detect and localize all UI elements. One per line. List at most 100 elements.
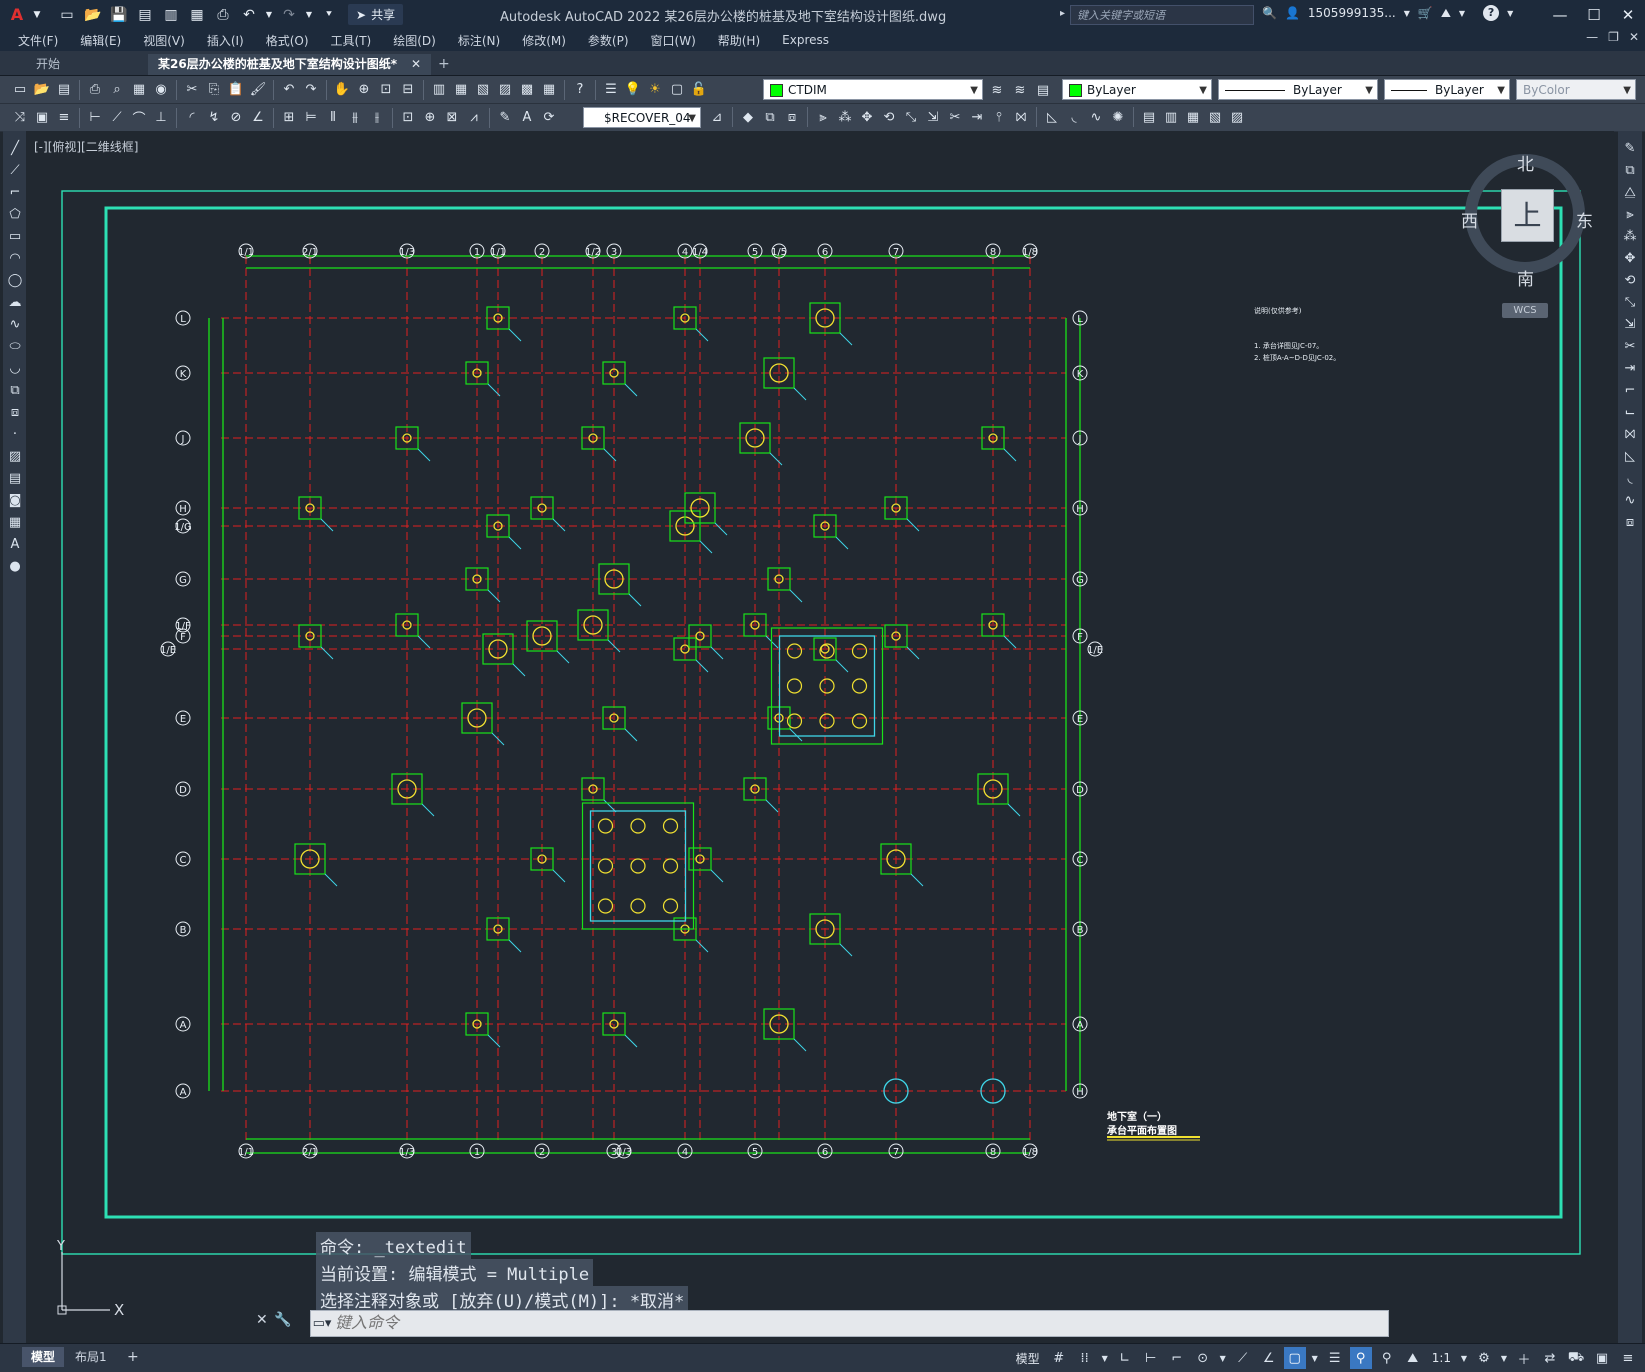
move-icon[interactable]: ✥ — [857, 107, 877, 127]
color-dropdown[interactable]: ByLayer ▼ — [1062, 79, 1212, 100]
command-customize-icon[interactable]: 🔧 — [274, 1312, 291, 1328]
blend-icon[interactable]: ∿ — [1086, 107, 1106, 127]
workspace-gear-icon[interactable]: ⚙ — [1473, 1347, 1495, 1369]
match-properties-icon[interactable]: 🖌 — [248, 80, 268, 100]
zoom-realtime-icon[interactable]: ⊕ — [354, 80, 374, 100]
jogged-linear-icon[interactable]: ⩘ — [464, 108, 484, 128]
dim-style-icon[interactable]: ⊿ — [707, 107, 727, 127]
menu-item-0[interactable]: 文件(F) — [0, 32, 69, 49]
pan-icon[interactable]: ✋ — [332, 80, 352, 100]
move-icon[interactable]: ✥ — [1620, 248, 1640, 268]
scale-icon[interactable]: ⤡ — [901, 107, 921, 127]
isolate-objects-icon[interactable]: ▣ — [1591, 1347, 1613, 1369]
wcs-menu[interactable]: WCS — [1502, 303, 1548, 318]
drawing-canvas[interactable]: 1/1 2/1 1/3 1 1/1 2 1/2 3 4 1/4 5 1/5 6 7 8 1/8 1/1 2/1 1/… — [26, 131, 1614, 1343]
baseline-dim-icon[interactable]: ⊨ — [301, 108, 321, 128]
extend-icon[interactable]: ⇥ — [1620, 358, 1640, 378]
fillet-icon[interactable]: ◟ — [1064, 107, 1084, 127]
chamfer-icon[interactable]: ◺ — [1042, 107, 1062, 127]
save-as-icon[interactable]: ▤ — [134, 4, 156, 26]
join-icon[interactable]: ⨝ — [1011, 107, 1031, 127]
share-button[interactable]: ➤ 共享 — [348, 4, 404, 25]
erase-icon[interactable]: ◆ — [738, 107, 758, 127]
match-icon[interactable]: ⤨ — [10, 108, 30, 128]
layer-lock-icon[interactable]: 🔓 — [689, 80, 709, 100]
open-file-icon[interactable]: 📂 — [82, 4, 104, 26]
copy-icon[interactable]: ⎘ — [204, 80, 224, 100]
user-icon[interactable]: 👤 — [1285, 6, 1300, 20]
ellipse-icon[interactable]: ⬭ — [5, 336, 25, 356]
command-close-icon[interactable]: ✕ — [256, 1312, 268, 1328]
gradient-icon[interactable]: ▤ — [5, 468, 25, 488]
polar-tracking-icon[interactable]: ⊙ — [1192, 1347, 1214, 1369]
doc-minimize-icon[interactable]: — — [1586, 30, 1598, 44]
redo-dropdown-icon[interactable]: ▼ — [304, 4, 314, 26]
dim-space-icon[interactable]: ⫵ — [345, 108, 365, 128]
break-icon[interactable]: ⌙ — [1620, 402, 1640, 422]
viewcube-north[interactable]: 北 — [1517, 150, 1534, 175]
continue-dim-icon[interactable]: ⫴ — [323, 108, 343, 128]
tab-close-icon[interactable]: ✕ — [411, 57, 421, 71]
quick-dim-icon[interactable]: ⊞ — [279, 108, 299, 128]
menu-item-7[interactable]: 标注(N) — [447, 32, 511, 49]
tool-palettes-icon[interactable]: ▧ — [473, 80, 493, 100]
object-snap-icon[interactable]: ▢ — [1283, 1347, 1306, 1369]
rectangle-icon[interactable]: ▭ — [5, 226, 25, 246]
annotation-scale-icon[interactable]: ⛰ — [1402, 1347, 1424, 1369]
command-prompt-icon[interactable]: ▭▾ — [311, 1316, 333, 1331]
plotstyle-dropdown[interactable]: ByColor ▼ — [1516, 79, 1636, 100]
zoom-window-icon[interactable]: ⊡ — [376, 80, 396, 100]
grid-icon[interactable]: # — [1048, 1347, 1070, 1369]
radius-dim-icon[interactable]: ◜ — [182, 108, 202, 128]
user-name[interactable]: 1505999135... — [1308, 6, 1396, 20]
drawing-svg[interactable]: 1/1 2/1 1/3 1 1/1 2 1/2 3 4 1/4 5 1/5 6 7 8 1/8 1/1 2/1 1/… — [26, 131, 1614, 1343]
help-dropdown-icon[interactable]: ▼ — [1507, 9, 1513, 18]
table-icon[interactable]: ▦ — [5, 512, 25, 532]
osnap-dropdown-icon[interactable]: ▼ — [1310, 1347, 1320, 1369]
maximize-icon[interactable]: ☐ — [1577, 6, 1611, 24]
copy-object-icon[interactable]: ⧉ — [760, 107, 780, 127]
layer-properties-icon[interactable]: ☰ — [601, 80, 621, 100]
annotation-visibility-icon[interactable]: ⚲ — [1349, 1347, 1372, 1369]
array-icon[interactable]: ⁂ — [1620, 226, 1640, 246]
save-web-icon[interactable]: ▦ — [186, 4, 208, 26]
open-web-icon[interactable]: ▥ — [160, 4, 182, 26]
sheet-set-icon[interactable]: ▨ — [495, 80, 515, 100]
dim-edit-icon[interactable]: ✎ — [495, 108, 515, 128]
plot-preview-icon[interactable]: ⌕ — [107, 80, 127, 100]
rotate-icon[interactable]: ⟲ — [879, 107, 899, 127]
paste-icon[interactable]: 📋 — [226, 80, 246, 100]
zoom-previous-icon[interactable]: ⊟ — [398, 80, 418, 100]
user-dropdown-icon[interactable]: ▼ — [1404, 9, 1410, 18]
layout-tab-model[interactable]: 模型 — [22, 1347, 65, 1367]
fillet-icon[interactable]: ◟ — [1620, 468, 1640, 488]
new-file-icon[interactable]: ▭ — [56, 4, 78, 26]
polygon-icon[interactable]: ⬠ — [5, 204, 25, 224]
add-layout-button[interactable]: + — [118, 1347, 148, 1367]
dynamic-input-icon[interactable]: ⊢ — [1140, 1347, 1162, 1369]
ellipse-arc-icon[interactable]: ◡ — [5, 358, 25, 378]
insert-block-icon[interactable]: ⧉ — [5, 380, 25, 400]
viewcube-west[interactable]: 西 — [1461, 207, 1478, 232]
search-expand-icon[interactable]: ▸ — [1060, 8, 1065, 19]
copy-icon[interactable]: ⧉ — [1620, 160, 1640, 180]
tab-start[interactable]: 开始 — [26, 54, 70, 75]
join-icon[interactable]: ⨝ — [1620, 424, 1640, 444]
properties-icon[interactable]: ▥ — [429, 80, 449, 100]
break-point-icon[interactable]: ⌐ — [1620, 380, 1640, 400]
snap-icon[interactable]: ⁞⁞ — [1074, 1347, 1096, 1369]
units-icon[interactable]: ⇄ — [1539, 1347, 1561, 1369]
save-icon[interactable]: 💾 — [108, 4, 130, 26]
blend-curves-icon[interactable]: ∿ — [1620, 490, 1640, 510]
infer-constraints-icon[interactable]: ∟ — [1114, 1347, 1136, 1369]
cut-icon[interactable]: ✂ — [182, 80, 202, 100]
lineweight-dropdown[interactable]: ByLayer ▼ — [1384, 79, 1510, 100]
undo-icon[interactable]: ↶ — [279, 80, 299, 100]
menu-item-4[interactable]: 格式(O) — [255, 32, 320, 49]
mirror-icon[interactable]: ⧋ — [1620, 182, 1640, 202]
scale-icon[interactable]: ⤡ — [1620, 292, 1640, 312]
viewcube-east[interactable]: 东 — [1576, 207, 1593, 232]
stretch-icon[interactable]: ⇲ — [923, 107, 943, 127]
trim-icon[interactable]: ✂ — [945, 107, 965, 127]
search-icon[interactable]: 🔍 — [1262, 6, 1277, 20]
